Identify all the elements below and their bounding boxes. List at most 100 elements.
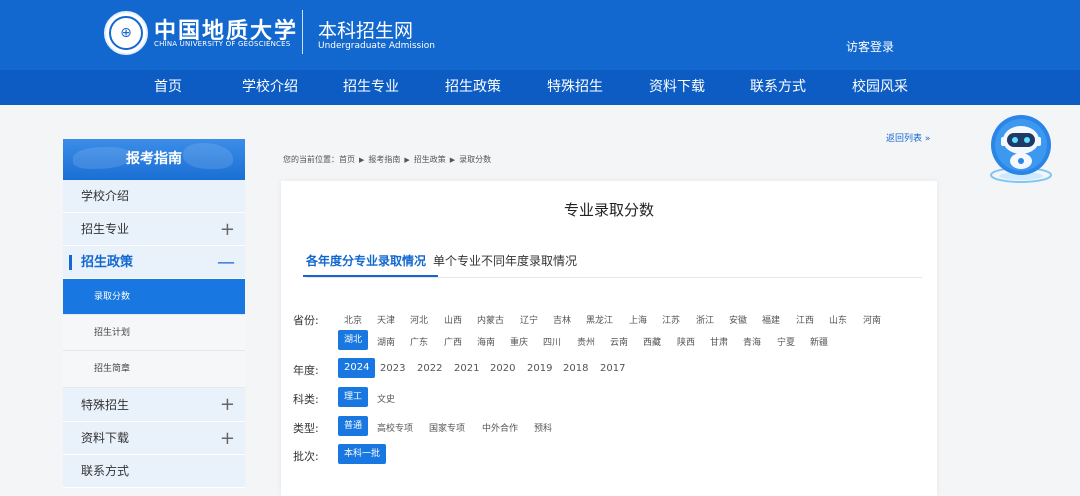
subject-label: 科类: [293, 393, 319, 406]
province-option[interactable]: 福建 [762, 313, 780, 326]
sidebar-item-label: 招生政策 [81, 255, 134, 270]
sidebar-item-downloads[interactable]: 资料下载 + [63, 422, 245, 455]
breadcrumb-separator-icon: ▶ [449, 156, 456, 164]
province-option[interactable]: 天津 [377, 313, 395, 326]
subject-option[interactable]: 文史 [377, 392, 395, 405]
province-option[interactable]: 云南 [610, 335, 628, 348]
province-option[interactable]: 河南 [863, 313, 881, 326]
province-option[interactable]: 安徽 [729, 313, 747, 326]
sidebar-banner: 报考指南 [63, 139, 245, 180]
batch-label: 批次: [293, 450, 319, 463]
province-option[interactable]: 广西 [444, 335, 462, 348]
province-option[interactable]: 陕西 [677, 335, 695, 348]
type-option[interactable]: 普通 [338, 416, 369, 436]
tab-annual-scores[interactable]: 各年度分专业录取情况 [302, 252, 439, 277]
university-name-en: CHINA UNIVERSITY OF GEOSCIENCES [154, 40, 291, 48]
back-to-list-link[interactable]: 返回列表 » [886, 131, 930, 144]
province-option[interactable]: 海南 [477, 335, 495, 348]
main-nav: 首页 学校介绍 招生专业 招生政策 特殊招生 资料下载 联系方式 校园风采 [0, 70, 1080, 105]
tab-single-major[interactable]: 单个专业不同年度录取情况 [433, 252, 577, 269]
province-option[interactable]: 宁夏 [777, 335, 795, 348]
nav-item-campus[interactable]: 校园风采 [852, 70, 908, 105]
nav-item-school-intro[interactable]: 学校介绍 [242, 70, 298, 105]
sidebar-item-contact[interactable]: 联系方式 [63, 455, 245, 488]
collapse-minus-icon[interactable]: — [217, 246, 235, 279]
nav-item-special[interactable]: 特殊招生 [547, 70, 603, 105]
breadcrumb-separator-icon: ▶ [404, 156, 410, 164]
type-option[interactable]: 国家专项 [429, 421, 465, 434]
expand-plus-icon[interactable]: + [220, 388, 235, 422]
breadcrumb-prefix: 您的当前位置： [283, 155, 339, 164]
year-option[interactable]: 2018 [563, 363, 588, 374]
sidebar-item-label: 学校介绍 [81, 189, 130, 203]
province-option[interactable]: 内蒙古 [477, 313, 504, 326]
expand-plus-icon[interactable]: + [220, 213, 235, 246]
province-option[interactable]: 甘肃 [710, 335, 728, 348]
province-option[interactable]: 黑龙江 [586, 313, 613, 326]
province-option[interactable]: 吉林 [553, 313, 571, 326]
sidebar-item-majors[interactable]: 招生专业 + [63, 213, 245, 246]
breadcrumb-item[interactable]: 首页 [339, 155, 355, 164]
year-option[interactable]: 2024 [338, 358, 376, 378]
year-label: 年度: [293, 364, 319, 377]
province-option[interactable]: 西藏 [643, 335, 661, 348]
province-option[interactable]: 上海 [629, 313, 647, 326]
content-panel: 专业录取分数 各年度分专业录取情况 单个专业不同年度录取情况 省份: 年度: 科… [281, 181, 937, 496]
sidebar-item-school-intro[interactable]: 学校介绍 [63, 180, 245, 213]
sidebar-subitem-scores[interactable]: 录取分数 [63, 279, 245, 315]
breadcrumb: 您的当前位置：首页 ▶ 报考指南 ▶ 招生政策 ▶ 录取分数 [283, 154, 491, 165]
header-divider [302, 10, 303, 54]
nav-item-contact[interactable]: 联系方式 [750, 70, 806, 105]
nav-item-policy[interactable]: 招生政策 [445, 70, 501, 105]
year-option[interactable]: 2017 [600, 363, 625, 374]
expand-plus-icon[interactable]: + [220, 422, 235, 455]
visitor-login-link[interactable]: 访客登录 [846, 38, 894, 55]
sidebar-title: 报考指南 [126, 151, 182, 167]
site-header: ⊕ 中国地质大学 CHINA UNIVERSITY OF GEOSCIENCES… [0, 0, 1080, 70]
year-option[interactable]: 2022 [417, 363, 442, 374]
province-option[interactable]: 重庆 [510, 335, 528, 348]
province-option[interactable]: 河北 [410, 313, 428, 326]
province-option[interactable]: 辽宁 [520, 313, 538, 326]
sidebar-subitem-label: 录取分数 [94, 292, 131, 302]
province-option[interactable]: 湖北 [338, 330, 369, 350]
type-option[interactable]: 中外合作 [482, 421, 518, 434]
sidebar-item-label: 招生专业 [81, 222, 130, 236]
site-title-cn: 本科招生网 [318, 20, 414, 42]
page-title: 专业录取分数 [563, 201, 654, 219]
robot-assistant-icon[interactable] [988, 113, 1054, 185]
year-option[interactable]: 2023 [380, 363, 405, 374]
province-option[interactable]: 江苏 [662, 313, 680, 326]
sidebar-subitem-plan[interactable]: 招生计划 [63, 315, 245, 351]
subject-option[interactable]: 理工 [338, 387, 369, 407]
sidebar-item-special[interactable]: 特殊招生 + [63, 388, 245, 422]
nav-item-home[interactable]: 首页 [154, 70, 182, 105]
sidebar-item-policy[interactable]: 招生政策 — [63, 246, 245, 279]
province-option[interactable]: 青海 [743, 335, 761, 348]
province-option[interactable]: 贵州 [577, 335, 595, 348]
province-option[interactable]: 北京 [344, 313, 362, 326]
sidebar-subitem-brochure[interactable]: 招生简章 [63, 351, 245, 388]
nav-item-majors[interactable]: 招生专业 [343, 70, 399, 105]
year-option[interactable]: 2020 [490, 363, 515, 374]
batch-option[interactable]: 本科一批 [338, 444, 387, 464]
breadcrumb-item[interactable]: 招生政策 [414, 155, 446, 164]
type-option[interactable]: 高校专项 [377, 421, 413, 434]
province-option[interactable]: 广东 [410, 335, 428, 348]
year-option[interactable]: 2019 [527, 363, 552, 374]
province-option[interactable]: 山东 [829, 313, 847, 326]
province-option[interactable]: 江西 [796, 313, 814, 326]
sidebar-subitem-label: 招生计划 [94, 328, 131, 338]
nav-item-downloads[interactable]: 资料下载 [649, 70, 705, 105]
province-option[interactable]: 新疆 [810, 335, 828, 348]
sidebar-subitem-label: 招生简章 [94, 364, 131, 374]
type-option[interactable]: 预科 [534, 421, 552, 434]
breadcrumb-item[interactable]: 录取分数 [459, 155, 491, 164]
breadcrumb-item[interactable]: 报考指南 [368, 155, 400, 164]
year-option[interactable]: 2021 [454, 363, 479, 374]
university-seal-icon[interactable]: ⊕ [104, 11, 148, 55]
province-option[interactable]: 四川 [543, 335, 561, 348]
province-option[interactable]: 山西 [444, 313, 462, 326]
province-option[interactable]: 浙江 [696, 313, 714, 326]
province-option[interactable]: 湖南 [377, 335, 395, 348]
